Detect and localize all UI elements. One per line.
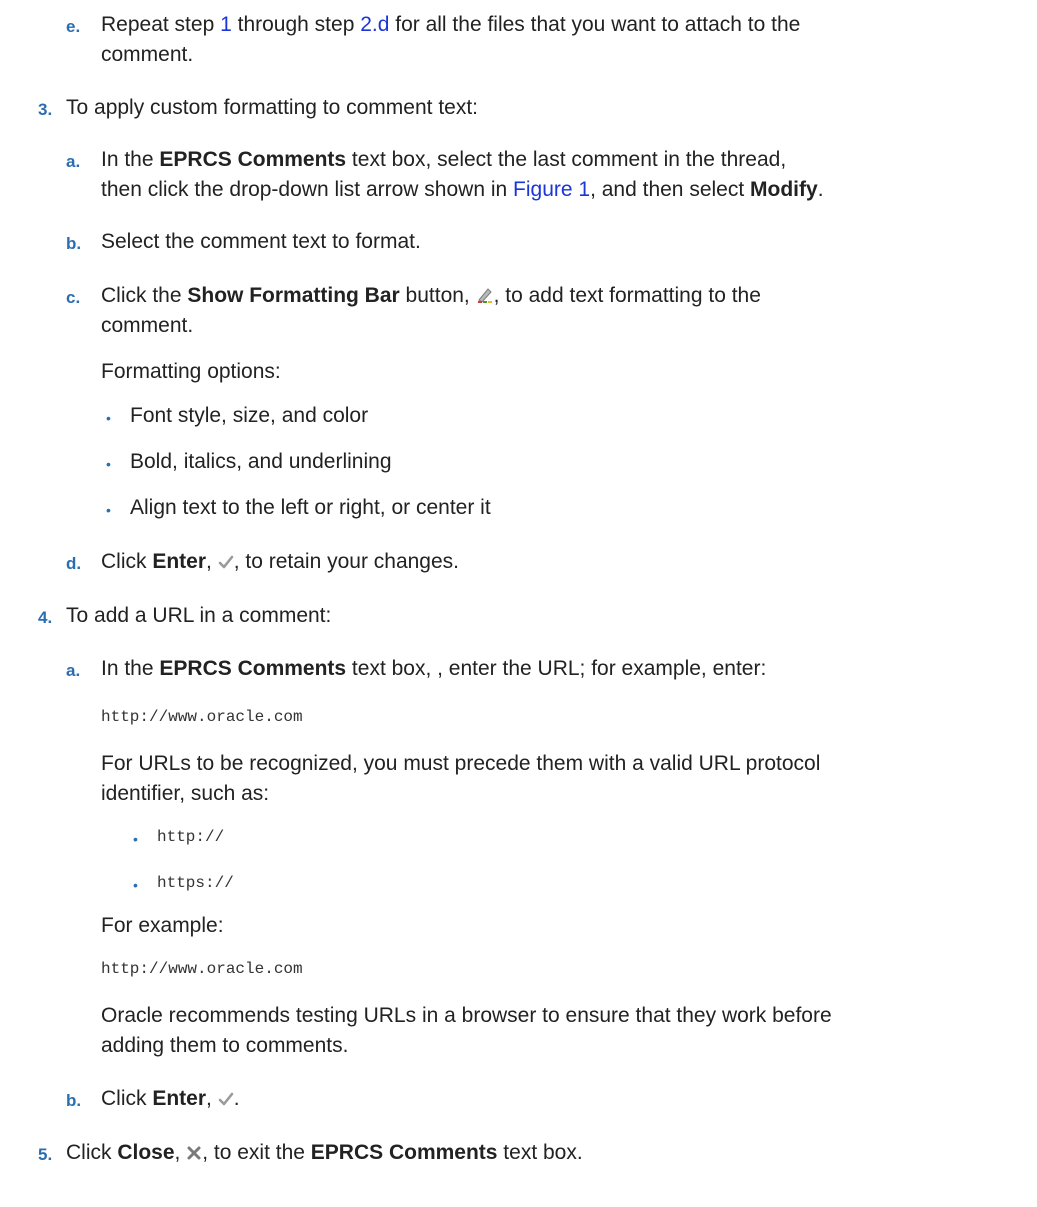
list-item: Bold, italics, and underlining	[130, 450, 392, 473]
step4a-text: In the EPRCS Comments text box, , enter …	[101, 654, 766, 684]
step-marker: b.	[66, 1091, 82, 1110]
document-page: e. Repeat step 1 through step 2.d for al…	[0, 0, 1037, 1207]
step-link[interactable]: 1	[220, 13, 232, 36]
step-e-line1: Repeat step 1 through step 2.d for all t…	[101, 10, 800, 40]
for-example-label: For example:	[101, 914, 224, 937]
text: .	[233, 1087, 240, 1110]
step3c-line2: comment.	[101, 314, 194, 337]
text: ,	[174, 1141, 187, 1164]
code-example: http://www.oracle.com	[101, 960, 303, 978]
checkmark-icon	[218, 549, 234, 579]
ui-term: EPRCS Comments	[159, 657, 347, 680]
step-marker: b.	[66, 234, 82, 253]
checkmark-icon	[218, 1086, 234, 1116]
text: ,	[206, 550, 218, 573]
step3a-line2: then click the drop-down list arrow show…	[101, 175, 824, 205]
text: Repeat step	[101, 13, 221, 36]
list-item: Font style, size, and color	[130, 404, 369, 427]
step-marker: c.	[66, 288, 81, 307]
text: Click	[101, 550, 153, 573]
step3a-line1: In the EPRCS Comments text box, select t…	[101, 145, 786, 175]
step4b-text: Click Enter, .	[101, 1084, 240, 1116]
text: In the	[101, 657, 160, 680]
ui-term: Close	[117, 1141, 175, 1164]
text: .	[817, 178, 824, 201]
bullet: •	[133, 877, 138, 893]
paragraph-line: For URLs to be recognized, you must prec…	[101, 752, 821, 775]
text: , and then select	[590, 178, 751, 201]
text: text box.	[497, 1141, 583, 1164]
bullet: •	[106, 502, 111, 518]
text: text box, , enter the URL; for example, …	[346, 657, 767, 680]
step5-text: Click Close, , to exit the EPRCS Comment…	[66, 1138, 583, 1170]
step3d-text: Click Enter, , to retain your changes.	[101, 547, 459, 579]
step3b-text: Select the comment text to format.	[101, 230, 421, 253]
step3-text: To apply custom formatting to comment te…	[66, 96, 479, 119]
text: ,	[206, 1087, 218, 1110]
text: Click	[101, 1087, 153, 1110]
step-marker: a.	[66, 661, 81, 680]
step-link[interactable]: 2.d	[360, 13, 389, 36]
text: Click the	[101, 284, 188, 307]
pencil-formatting-icon	[476, 283, 494, 313]
text: button,	[399, 284, 476, 307]
bullet: •	[106, 410, 111, 426]
step-marker: 4.	[38, 608, 53, 627]
protocol-item: http://	[157, 828, 225, 846]
ui-term: Modify	[750, 178, 818, 201]
step-marker: d.	[66, 554, 82, 573]
step-marker: a.	[66, 152, 81, 171]
text: , to add text formatting to the	[493, 284, 761, 307]
text: , to exit the	[202, 1141, 311, 1164]
ui-term: EPRCS Comments	[310, 1141, 498, 1164]
formatting-options-label: Formatting options:	[101, 360, 281, 383]
text: then click the drop-down list arrow show…	[101, 178, 514, 201]
paragraph-line: Oracle recommends testing URLs in a brow…	[101, 1004, 832, 1027]
bullet: •	[106, 456, 111, 472]
list-item: Align text to the left or right, or cent…	[130, 496, 491, 519]
text: for all the files that you want to attac…	[389, 13, 801, 36]
text: text box, select the last comment in the…	[346, 148, 787, 171]
step-marker: e.	[66, 17, 81, 36]
code-example: http://www.oracle.com	[101, 708, 303, 726]
bullet: •	[133, 831, 138, 847]
step4-text: To add a URL in a comment:	[66, 604, 332, 627]
paragraph-line: identifier, such as:	[101, 782, 270, 805]
ui-term: Enter	[152, 1087, 207, 1110]
ui-term: EPRCS Comments	[159, 148, 347, 171]
close-x-icon	[186, 1140, 202, 1170]
step-marker: 3.	[38, 100, 53, 119]
text: through step	[231, 13, 361, 36]
ui-term: Enter	[152, 550, 207, 573]
step3c-line1: Click the Show Formatting Bar button, , …	[101, 281, 761, 313]
paragraph-line: adding them to comments.	[101, 1034, 349, 1057]
text: Click	[66, 1141, 118, 1164]
ui-term: Show Formatting Bar	[187, 284, 400, 307]
figure-link[interactable]: Figure 1	[513, 178, 590, 201]
step-marker: 5.	[38, 1145, 53, 1164]
text: , to retain your changes.	[233, 550, 460, 573]
step-e-line2: comment.	[101, 43, 194, 66]
text: In the	[101, 148, 160, 171]
protocol-item: https://	[157, 874, 234, 892]
